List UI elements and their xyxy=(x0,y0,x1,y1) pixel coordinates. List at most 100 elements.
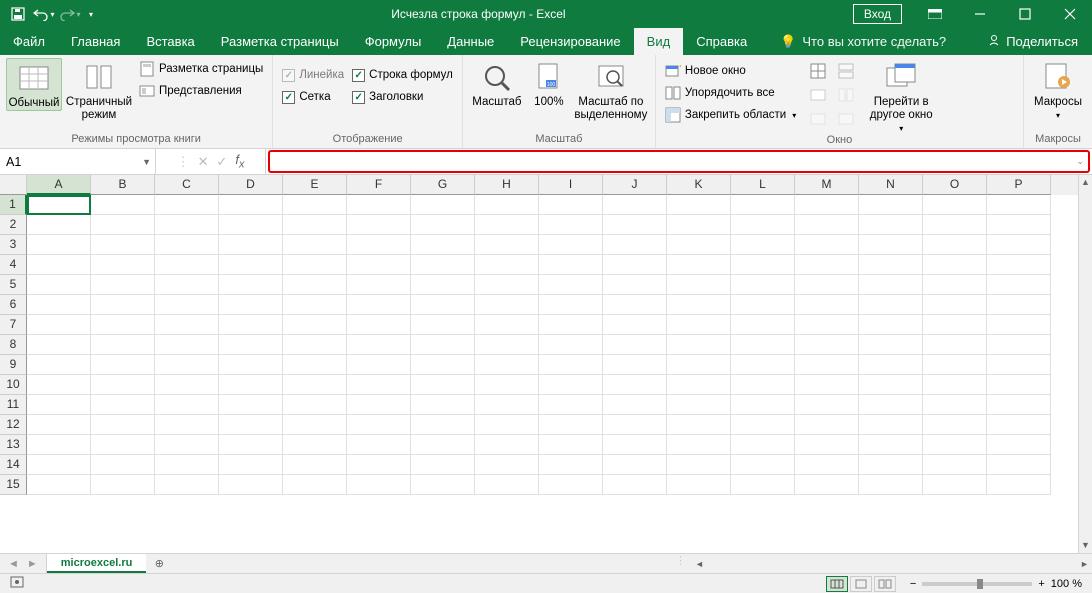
cell[interactable] xyxy=(91,295,155,315)
cell[interactable] xyxy=(283,335,347,355)
cell[interactable] xyxy=(475,475,539,495)
cell[interactable] xyxy=(603,235,667,255)
cell[interactable] xyxy=(731,395,795,415)
cell[interactable] xyxy=(603,395,667,415)
normal-shortcut-icon[interactable] xyxy=(826,576,848,592)
cell[interactable] xyxy=(347,275,411,295)
column-header[interactable]: F xyxy=(347,175,411,195)
column-header[interactable]: C xyxy=(155,175,219,195)
cell[interactable] xyxy=(603,435,667,455)
zoom-selection-button[interactable]: Масштаб по выделенному xyxy=(573,58,649,122)
page-layout-shortcut-icon[interactable] xyxy=(850,576,872,592)
column-header[interactable]: A xyxy=(27,175,91,195)
cell[interactable] xyxy=(603,215,667,235)
cell[interactable] xyxy=(219,315,283,335)
cell[interactable] xyxy=(667,275,731,295)
save-icon[interactable] xyxy=(6,2,30,26)
cell[interactable] xyxy=(795,455,859,475)
cell[interactable] xyxy=(347,195,411,215)
cell[interactable] xyxy=(987,395,1051,415)
cell[interactable] xyxy=(859,315,923,335)
cell[interactable] xyxy=(27,375,91,395)
cell[interactable] xyxy=(667,255,731,275)
cell[interactable] xyxy=(987,455,1051,475)
enter-icon[interactable]: ✓ xyxy=(216,154,227,170)
unhide-button[interactable] xyxy=(807,108,831,130)
cell[interactable] xyxy=(411,195,475,215)
cell[interactable] xyxy=(411,455,475,475)
cell[interactable] xyxy=(923,295,987,315)
cell[interactable] xyxy=(731,355,795,375)
cell[interactable] xyxy=(987,195,1051,215)
cell[interactable] xyxy=(731,215,795,235)
cell[interactable] xyxy=(283,235,347,255)
tab-help[interactable]: Справка xyxy=(683,28,760,55)
cell[interactable] xyxy=(91,435,155,455)
cell[interactable] xyxy=(731,435,795,455)
cell[interactable] xyxy=(603,295,667,315)
cell[interactable] xyxy=(539,195,603,215)
cell[interactable] xyxy=(859,335,923,355)
column-header[interactable]: D xyxy=(219,175,283,195)
cell[interactable] xyxy=(347,295,411,315)
zoom-level[interactable]: 100 % xyxy=(1051,578,1082,590)
cell[interactable] xyxy=(731,255,795,275)
cell[interactable] xyxy=(731,455,795,475)
cell[interactable] xyxy=(539,275,603,295)
tab-file[interactable]: Файл xyxy=(0,28,58,55)
cell[interactable] xyxy=(923,275,987,295)
cell[interactable] xyxy=(283,355,347,375)
tab-insert[interactable]: Вставка xyxy=(133,28,207,55)
row-header[interactable]: 13 xyxy=(0,435,27,455)
macros-button[interactable]: Макросы▾ xyxy=(1030,58,1086,120)
cell[interactable] xyxy=(667,395,731,415)
cell[interactable] xyxy=(923,475,987,495)
cell[interactable] xyxy=(987,275,1051,295)
cell[interactable] xyxy=(219,255,283,275)
tab-view[interactable]: Вид xyxy=(634,28,684,55)
cell[interactable] xyxy=(155,315,219,335)
cell[interactable] xyxy=(155,375,219,395)
row-header[interactable]: 11 xyxy=(0,395,27,415)
cell[interactable] xyxy=(411,255,475,275)
record-macro-icon[interactable] xyxy=(0,576,34,591)
cell[interactable] xyxy=(27,335,91,355)
cell[interactable] xyxy=(539,455,603,475)
page-break-button[interactable]: Страничный режим xyxy=(64,58,134,122)
cell[interactable] xyxy=(923,435,987,455)
cell[interactable] xyxy=(731,275,795,295)
cell[interactable] xyxy=(283,395,347,415)
cell[interactable] xyxy=(219,375,283,395)
column-header[interactable]: I xyxy=(539,175,603,195)
cell[interactable] xyxy=(539,255,603,275)
cell[interactable] xyxy=(283,415,347,435)
cell[interactable] xyxy=(667,455,731,475)
cell[interactable] xyxy=(539,355,603,375)
cell[interactable] xyxy=(859,395,923,415)
cell[interactable] xyxy=(923,235,987,255)
cell[interactable] xyxy=(795,415,859,435)
page-layout-button[interactable]: Разметка страницы xyxy=(136,58,266,80)
cell[interactable] xyxy=(539,435,603,455)
next-sheet-icon[interactable]: ► xyxy=(27,558,38,570)
cell[interactable] xyxy=(859,435,923,455)
cell[interactable] xyxy=(475,375,539,395)
cell[interactable] xyxy=(731,315,795,335)
cell[interactable] xyxy=(795,435,859,455)
cell[interactable] xyxy=(411,375,475,395)
cell[interactable] xyxy=(347,415,411,435)
cell[interactable] xyxy=(795,195,859,215)
column-header[interactable]: N xyxy=(859,175,923,195)
column-header[interactable]: L xyxy=(731,175,795,195)
gridlines-checkbox[interactable]: Сетка xyxy=(279,86,347,108)
tab-formulas[interactable]: Формулы xyxy=(352,28,435,55)
cell[interactable] xyxy=(155,435,219,455)
cell[interactable] xyxy=(603,355,667,375)
scroll-left-icon[interactable]: ◄ xyxy=(692,559,707,569)
cell[interactable] xyxy=(91,275,155,295)
prev-sheet-icon[interactable]: ◄ xyxy=(8,558,19,570)
cell[interactable] xyxy=(731,335,795,355)
cell[interactable] xyxy=(347,255,411,275)
column-header[interactable]: O xyxy=(923,175,987,195)
cell[interactable] xyxy=(27,415,91,435)
